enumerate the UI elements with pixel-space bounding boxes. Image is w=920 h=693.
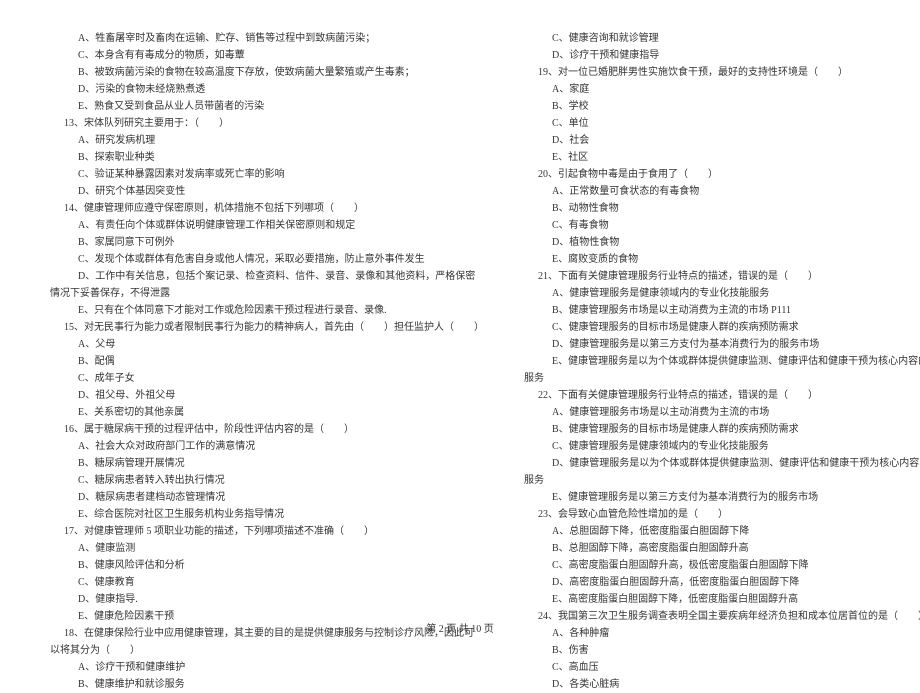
text-line: 以将其分为（ ） (50, 642, 484, 659)
text-line: B、健康维护和就诊服务 (50, 676, 484, 693)
text-line: C、发现个体或群体有危害自身或他人情况，采取必要措施，防止意外事件发生 (50, 251, 484, 268)
text-line: 22、下面有关健康管理服务行业特点的描述，错误的是（ ） (524, 387, 920, 404)
text-line: 17、对健康管理师 5 项职业功能的描述，下列哪项描述不准确（ ） (50, 523, 484, 540)
text-line: B、家属同意下可例外 (50, 234, 484, 251)
text-line: 19、对一位已婚肥胖男性实施饮食干预，最好的支持性环境是（ ） (524, 64, 920, 81)
text-line: D、植物性食物 (524, 234, 920, 251)
text-line: 21、下面有关健康管理服务行业特点的描述，错误的是（ ） (524, 268, 920, 285)
text-line: A、健康管理服务市场是以主动消费为主流的市场 (524, 404, 920, 421)
text-line: E、高密度脂蛋白胆固醇下降，低密度脂蛋白胆固醇升高 (524, 591, 920, 608)
text-line: A、研究发病机理 (50, 132, 484, 149)
text-line: D、诊疗干预和健康指导 (524, 47, 920, 64)
text-line: D、祖父母、外祖父母 (50, 387, 484, 404)
text-line: B、总胆固醇下降，高密度脂蛋白胆固醇升高 (524, 540, 920, 557)
text-line: C、验证某种暴露因素对发病率或死亡率的影响 (50, 166, 484, 183)
text-line: E、综合医院对社区卫生服务机构业务指导情况 (50, 506, 484, 523)
text-line: C、本身含有有毒成分的物质，如毒蕈 (50, 47, 484, 64)
text-line: B、被致病菌污染的食物在较高温度下存放，使致病菌大量繁殖或产生毒素； (50, 64, 484, 81)
text-line: D、社会 (524, 132, 920, 149)
text-line: A、有责任向个体或群体说明健康管理工作相关保密原则和规定 (50, 217, 484, 234)
text-line: C、高血压 (524, 659, 920, 676)
text-line: E、健康管理服务是以为个体或群体提供健康监测、健康评估和健康干预为核心内容的专业 (524, 353, 920, 370)
text-line: B、配偶 (50, 353, 484, 370)
text-line: 15、对无民事行为能力或者限制民事行为能力的精神病人，首先由（ ）担任监护人（ … (50, 319, 484, 336)
text-line: A、牲畜屠宰时及畜肉在运输、贮存、销售等过程中到致病菌污染； (50, 30, 484, 47)
text-line: E、社区 (524, 149, 920, 166)
text-line: B、探索职业种类 (50, 149, 484, 166)
page-footer: 第 2 页 共 10 页 (0, 620, 920, 635)
text-line: A、家庭 (524, 81, 920, 98)
text-line: C、健康教育 (50, 574, 484, 591)
text-line: B、健康管理服务市场是以主动消费为主流的市场 P111 (524, 302, 920, 319)
text-line: A、社会大众对政府部门工作的满意情况 (50, 438, 484, 455)
text-line: D、健康管理服务是以第三方支付为基本消费行为的服务市场 (524, 336, 920, 353)
left-column: A、牲畜屠宰时及畜肉在运输、贮存、销售等过程中到致病菌污染；C、本身含有有毒成分… (50, 30, 484, 693)
text-line: C、成年子女 (50, 370, 484, 387)
text-line: B、糖尿病管理开展情况 (50, 455, 484, 472)
text-line: E、腐败变质的食物 (524, 251, 920, 268)
text-line: C、糖尿病患者转入转出执行情况 (50, 472, 484, 489)
right-column: C、健康咨询和就诊管理D、诊疗干预和健康指导19、对一位已婚肥胖男性实施饮食干预… (524, 30, 920, 693)
text-line: C、有毒食物 (524, 217, 920, 234)
text-line: A、健康管理服务是健康领域内的专业化技能服务 (524, 285, 920, 302)
text-line: D、工作中有关信息，包括个案记录、检查资料、信件、录音、录像和其他资料，严格保密 (50, 268, 484, 285)
text-line: 16、属于糖尿病干预的过程评估中，阶段性评估内容的是（ ） (50, 421, 484, 438)
text-line: B、健康风险评估和分析 (50, 557, 484, 574)
text-line: B、学校 (524, 98, 920, 115)
text-line: B、健康管理服务的目标市场是健康人群的疾病预防需求 (524, 421, 920, 438)
text-line: 服务 (524, 370, 920, 387)
text-line: C、高密度脂蛋白胆固醇升高，极低密度脂蛋白胆固醇下降 (524, 557, 920, 574)
text-line: B、动物性食物 (524, 200, 920, 217)
text-line: E、熟食又受到食品从业人员带菌者的污染 (50, 98, 484, 115)
text-line: D、健康指导. (50, 591, 484, 608)
text-line: A、正常数量可食状态的有毒食物 (524, 183, 920, 200)
text-line: C、健康管理服务是健康领域内的专业化技能服务 (524, 438, 920, 455)
text-line: A、健康监测 (50, 540, 484, 557)
text-line: D、各类心脏病 (524, 676, 920, 693)
text-line: A、诊疗干预和健康维护 (50, 659, 484, 676)
text-line: 情况下妥善保存，不得泄露 (50, 285, 484, 302)
text-line: C、健康咨询和就诊管理 (524, 30, 920, 47)
text-line: A、总胆固醇下降，低密度脂蛋白胆固醇下降 (524, 523, 920, 540)
text-line: D、健康管理服务是以为个体或群体提供健康监测、健康评估和健康干预为核心内容的专业 (524, 455, 920, 472)
text-line: C、单位 (524, 115, 920, 132)
text-line: 14、健康管理师应遵守保密原则，机体措施不包括下列哪项（ ） (50, 200, 484, 217)
text-line: D、污染的食物未经烧熟煮透 (50, 81, 484, 98)
text-line: B、伤害 (524, 642, 920, 659)
text-line: A、父母 (50, 336, 484, 353)
text-line: E、关系密切的其他亲属 (50, 404, 484, 421)
text-line: 服务 (524, 472, 920, 489)
document-content: A、牲畜屠宰时及畜肉在运输、贮存、销售等过程中到致病菌污染；C、本身含有有毒成分… (50, 30, 870, 693)
text-line: C、健康管理服务的目标市场是健康人群的疾病预防需求 (524, 319, 920, 336)
text-line: E、只有在个体同意下才能对工作或危险因素干预过程进行录音、录像. (50, 302, 484, 319)
text-line: 23、会导致心血管危险性增加的是（ ） (524, 506, 920, 523)
text-line: 20、引起食物中毒是由于食用了（ ） (524, 166, 920, 183)
text-line: D、糖尿病患者建档动态管理情况 (50, 489, 484, 506)
text-line: E、健康管理服务是以第三方支付为基本消费行为的服务市场 (524, 489, 920, 506)
text-line: D、研究个体基因突变性 (50, 183, 484, 200)
text-line: D、高密度脂蛋白胆固醇升高，低密度脂蛋白胆固醇下降 (524, 574, 920, 591)
text-line: 13、宋体队列研究主要用于：（ ） (50, 115, 484, 132)
